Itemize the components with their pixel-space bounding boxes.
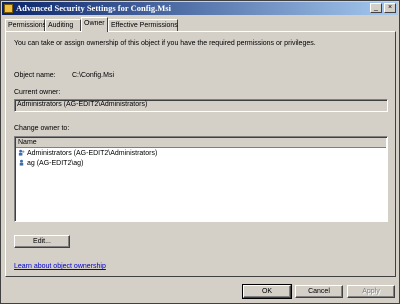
object-name-label: Object name: [14, 72, 56, 79]
window-title: Advanced Security Settings for Config.Ms… [16, 3, 171, 13]
tab-owner[interactable]: Owner [81, 17, 108, 32]
intro-text: You can take or assign ownership of this… [14, 40, 316, 47]
tab-auditing[interactable]: Auditing [45, 19, 81, 31]
owner-list[interactable]: Name Administrators (AG-EDIT2\Administra… [14, 136, 388, 222]
ok-button[interactable]: OK [242, 284, 292, 299]
object-name-value: C:\Config.Msi [72, 72, 115, 79]
apply-button[interactable]: Apply [347, 285, 395, 298]
folder-icon [4, 4, 13, 13]
change-owner-label: Change owner to: [14, 125, 70, 132]
list-header-name[interactable]: Name [16, 138, 386, 148]
dialog-window: Advanced Security Settings for Config.Ms… [0, 0, 400, 304]
list-item-label: ag (AG-EDIT2\ag) [27, 160, 84, 167]
edit-button[interactable]: Edit... [14, 235, 70, 248]
close-button[interactable]: × [384, 3, 396, 13]
list-item[interactable]: Administrators (AG-EDIT2\Administrators) [18, 149, 157, 159]
minimize-button[interactable]: _ [370, 3, 382, 13]
tab-permissions[interactable]: Permissions [5, 19, 46, 31]
cancel-button[interactable]: Cancel [295, 285, 343, 298]
group-icon [18, 149, 25, 156]
current-owner-field: Administrators (AG-EDIT2\Administrators) [14, 99, 388, 112]
list-item-label: Administrators (AG-EDIT2\Administrators) [27, 150, 158, 157]
list-item[interactable]: ag (AG-EDIT2\ag) [18, 159, 83, 169]
tab-effective-permissions[interactable]: Effective Permissions [108, 19, 178, 31]
current-owner-label: Current owner: [14, 89, 61, 96]
title-bar[interactable]: Advanced Security Settings for Config.Ms… [2, 2, 398, 15]
learn-ownership-link[interactable]: Learn about object ownership [14, 263, 106, 270]
owner-panel: You can take or assign ownership of this… [5, 31, 396, 277]
user-icon [19, 159, 24, 166]
